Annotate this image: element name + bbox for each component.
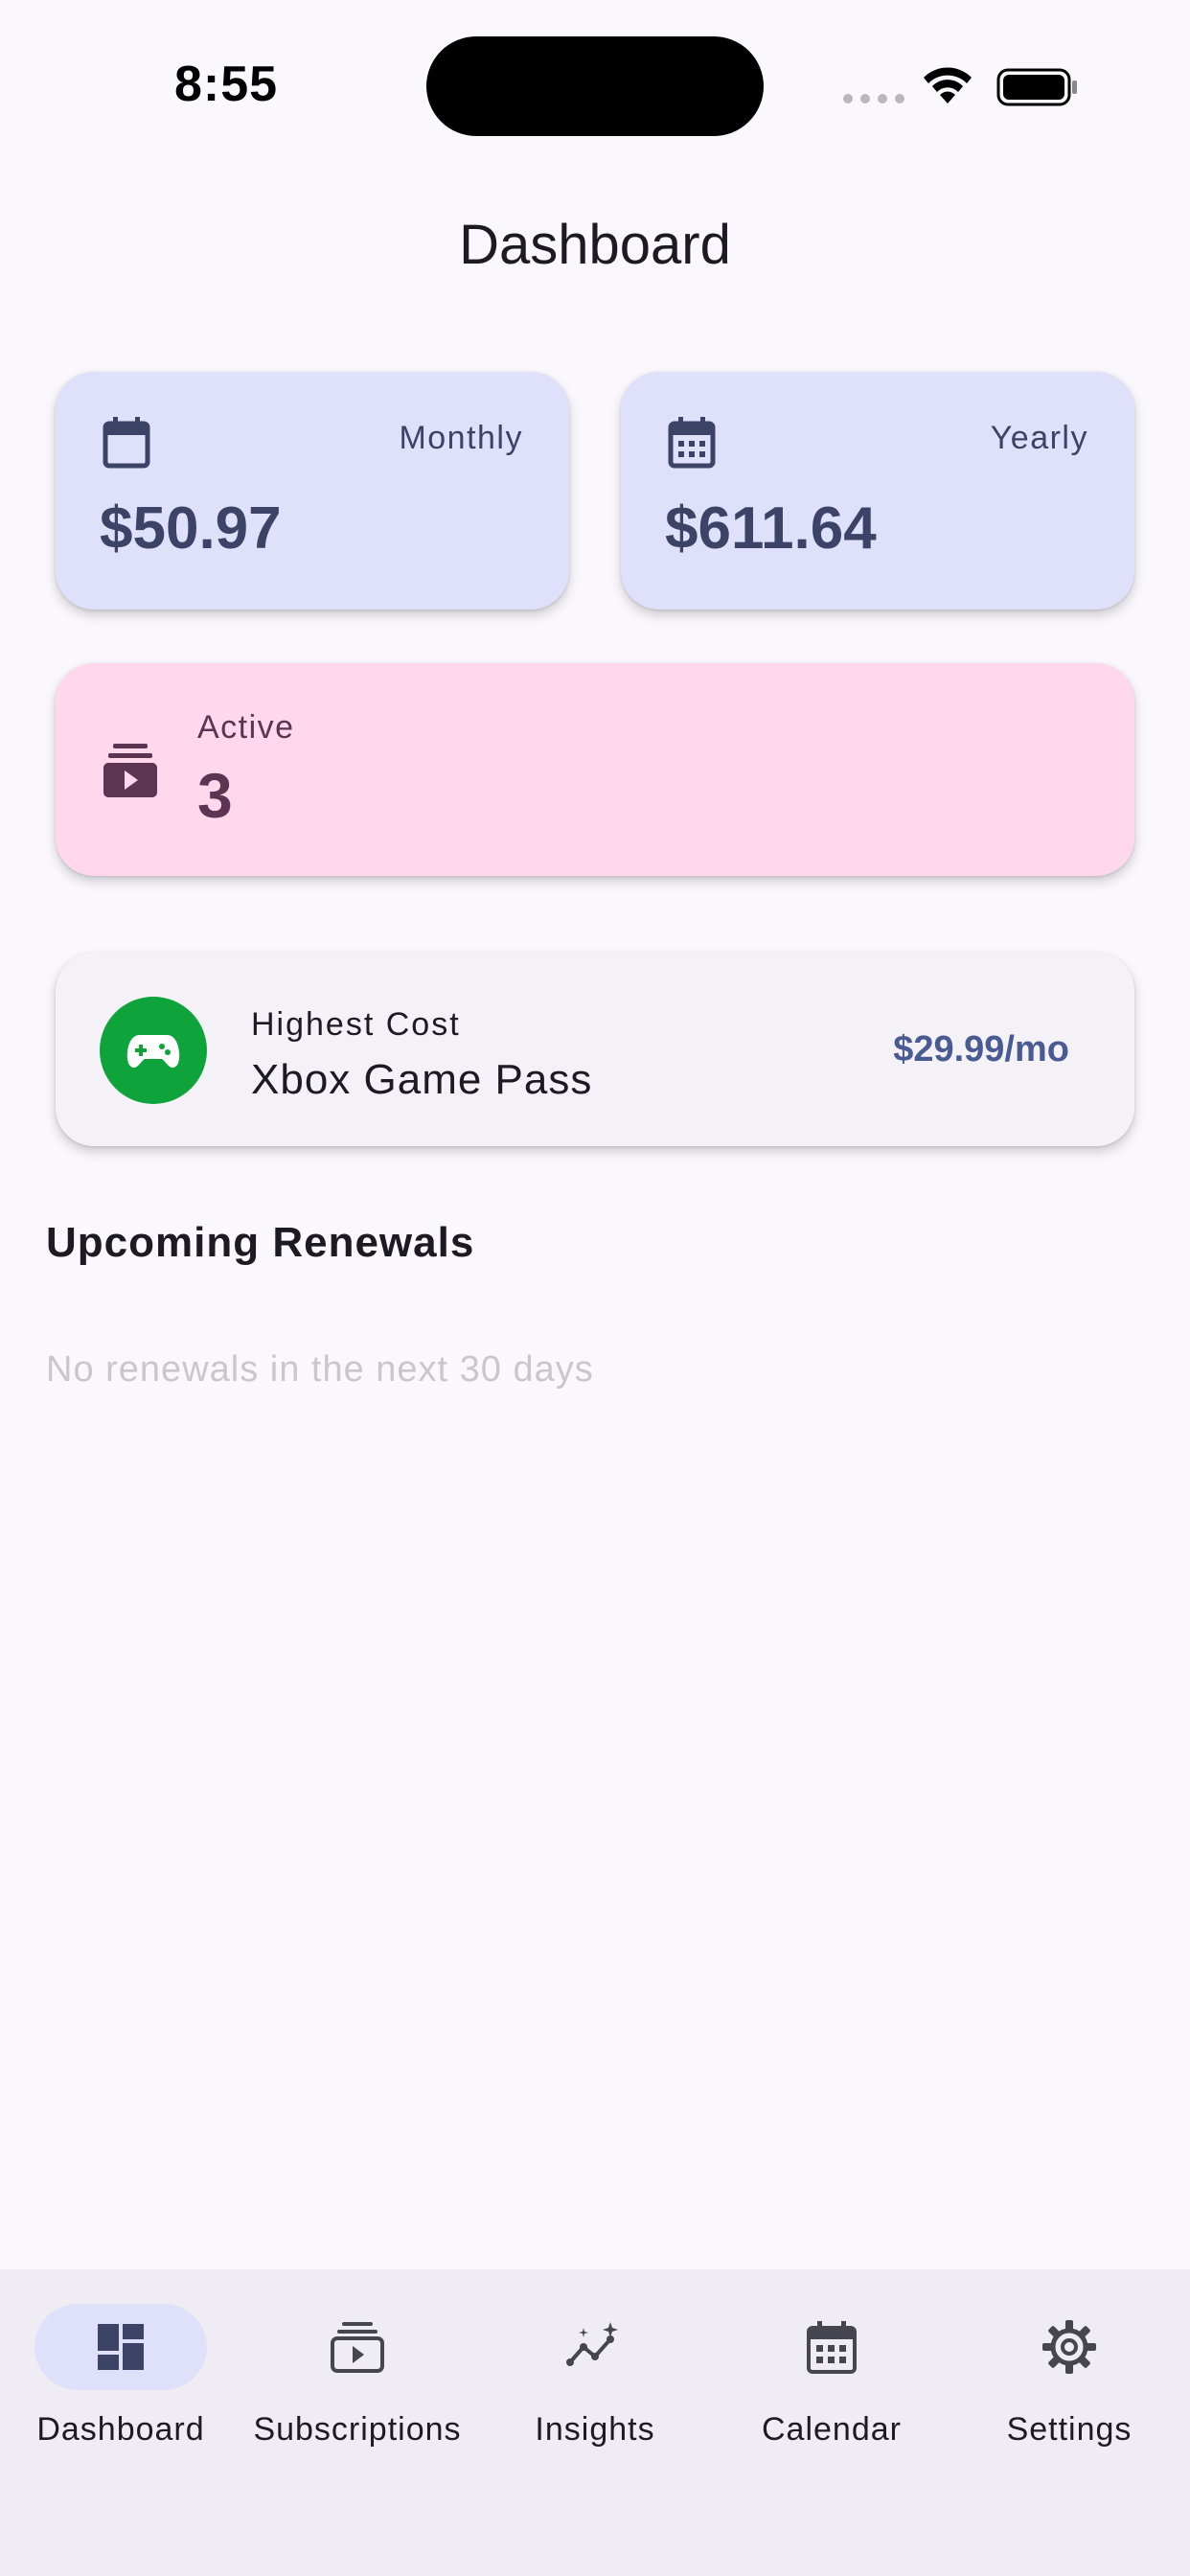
active-count: 3: [197, 760, 233, 831]
bottom-navigation-bar: Dashboard Subscriptions Insights Calenda…: [0, 2269, 1190, 2576]
dashboard-icon: [98, 2324, 144, 2370]
nav-item-calendar[interactable]: Calendar: [717, 2304, 947, 2476]
monthly-value: $50.97: [100, 495, 282, 562]
nav-item-insights[interactable]: Insights: [480, 2304, 710, 2476]
nav-label-insights: Insights: [535, 2411, 655, 2448]
nav-item-subscriptions[interactable]: Subscriptions: [242, 2304, 472, 2476]
nav-item-dashboard[interactable]: Dashboard: [6, 2304, 236, 2476]
subscriptions-icon: [103, 744, 157, 797]
highest-cost-price: $29.99/mo: [893, 1029, 1069, 1070]
nav-label-dashboard: Dashboard: [36, 2411, 205, 2448]
cellular-signal-icon: [843, 94, 904, 104]
active-label: Active: [197, 709, 295, 746]
gear-icon: [1042, 2320, 1096, 2374]
nav-label-subscriptions: Subscriptions: [253, 2411, 462, 2448]
battery-icon: [996, 68, 1077, 106]
dynamic-island: [426, 36, 764, 136]
service-avatar: [100, 997, 207, 1104]
gamepad-icon: [126, 1035, 180, 1068]
wifi-icon: [924, 67, 972, 104]
upcoming-renewals-heading: Upcoming Renewals: [46, 1219, 475, 1266]
nav-label-calendar: Calendar: [762, 2411, 902, 2448]
monthly-label: Monthly: [399, 420, 523, 456]
highest-cost-service-name: Xbox Game Pass: [251, 1056, 593, 1103]
nav-label-settings: Settings: [1006, 2411, 1133, 2448]
active-subscriptions-card[interactable]: Active 3: [56, 663, 1134, 876]
page-title: Dashboard: [459, 214, 731, 276]
highest-cost-card[interactable]: Highest Cost Xbox Game Pass $29.99/mo: [56, 953, 1134, 1146]
calendar-month-icon: [668, 417, 716, 469]
dashboard-screen: 8:55 Dashboard Monthly $50.97 Yearly $61…: [0, 0, 1190, 2576]
highest-cost-label: Highest Cost: [251, 1006, 461, 1043]
subscriptions-icon: [331, 2322, 384, 2373]
status-time: 8:55: [174, 57, 279, 112]
nav-item-settings[interactable]: Settings: [954, 2304, 1184, 2476]
yearly-label: Yearly: [990, 420, 1088, 456]
yearly-value: $611.64: [665, 495, 877, 562]
monthly-cost-card[interactable]: Monthly $50.97: [56, 372, 569, 610]
calendar-icon: [103, 417, 150, 469]
status-icons: [843, 65, 1083, 107]
calendar-month-icon: [807, 2321, 857, 2374]
yearly-cost-card[interactable]: Yearly $611.64: [621, 372, 1134, 610]
insights-icon: [566, 2322, 618, 2366]
empty-renewals-message: No renewals in the next 30 days: [46, 1349, 594, 1390]
